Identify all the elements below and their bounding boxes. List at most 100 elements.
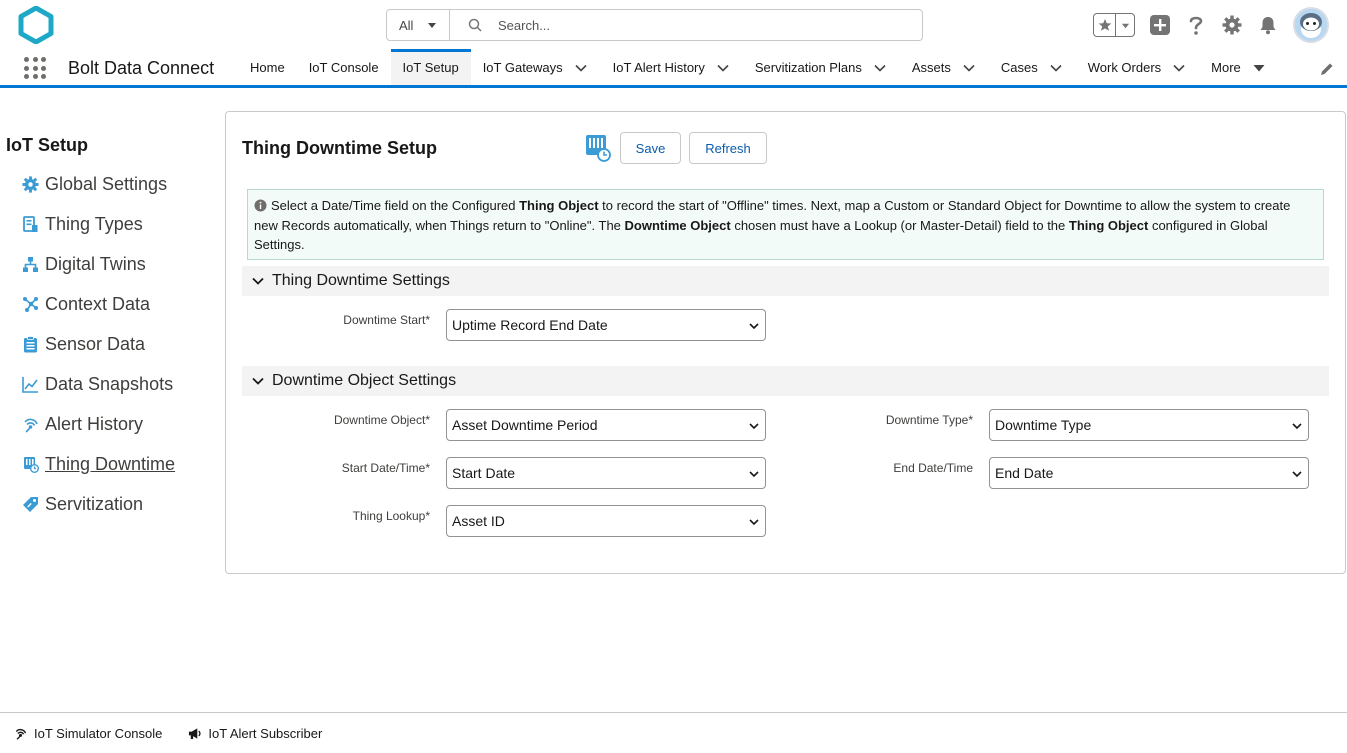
thing-lookup-select[interactable]: Asset ID <box>446 505 766 537</box>
favorites-button[interactable] <box>1093 13 1135 37</box>
chevron-down-icon[interactable] <box>1048 60 1064 76</box>
nav-tab-assets[interactable]: Assets <box>900 50 989 85</box>
avatar[interactable] <box>1293 7 1329 43</box>
info-message: Select a Date/Time field on the Configur… <box>247 189 1324 260</box>
nav-tab-iot-gateways[interactable]: IoT Gateways <box>471 50 601 85</box>
nav-tab-servitization-plans[interactable]: Servitization Plans <box>743 50 900 85</box>
downtime-object-select[interactable]: Asset Downtime Period <box>446 409 766 441</box>
save-button[interactable]: Save <box>620 132 681 164</box>
refresh-button[interactable]: Refresh <box>689 132 767 164</box>
sidebar-item-label: Alert History <box>45 413 144 434</box>
utility-item-label: IoT Alert Subscriber <box>208 725 323 741</box>
nav-tab-label: IoT Setup <box>402 60 459 75</box>
global-create-button[interactable] <box>1149 14 1171 36</box>
sidebar-item-sensor-data[interactable]: Sensor Data <box>22 324 175 364</box>
search-scope-select[interactable]: All <box>387 10 450 40</box>
app-launcher-icon[interactable] <box>24 57 46 79</box>
end-date-time-value: End Date <box>995 465 1054 481</box>
nav-tab-more[interactable]: More <box>1199 50 1279 85</box>
tag-icon <box>22 496 39 513</box>
sidebar-item-digital-twins[interactable]: Digital Twins <box>22 244 175 284</box>
sidebar-item-label: Sensor Data <box>45 333 146 354</box>
nav-tab-label: IoT Console <box>308 60 379 75</box>
chevron-down-icon <box>749 471 759 478</box>
end-date-time-select[interactable]: End Date <box>989 457 1309 489</box>
chevron-down-icon[interactable] <box>1171 60 1187 76</box>
downtime-object-label: Downtime Object* <box>333 413 430 427</box>
thing-downtime-setup-card: Thing Downtime Setup Save Refresh Select… <box>225 111 1346 574</box>
end-date-time-label: End Date/Time <box>893 461 973 475</box>
nav-tab-work-orders[interactable]: Work Orders <box>1076 50 1199 85</box>
chevron-down-icon[interactable] <box>872 60 888 76</box>
chevron-down-icon <box>749 323 759 330</box>
chevron-down-icon <box>749 519 759 526</box>
clipboard-icon <box>22 335 39 353</box>
nav-tab-cases[interactable]: Cases <box>989 50 1076 85</box>
nav-tab-label: Home <box>250 60 285 75</box>
info-text-bold: Thing Object <box>1068 217 1149 233</box>
chevron-down-icon[interactable] <box>961 60 977 76</box>
utility-item-label: IoT Simulator Console <box>34 725 163 741</box>
setup-button[interactable] <box>1221 14 1243 36</box>
nav-tab-home[interactable]: Home <box>238 50 297 85</box>
info-text-bold: Thing Object <box>519 198 599 213</box>
nav-tab-label: IoT Alert History <box>612 60 705 75</box>
chevron-down-icon <box>1121 23 1129 28</box>
nav-tab-label: IoT Gateways <box>482 60 563 75</box>
sidebar-item-global-settings[interactable]: Global Settings <box>22 164 175 204</box>
nav-tab-label: More <box>1211 60 1241 75</box>
sidebar-item-alert-history[interactable]: Alert History <box>22 404 175 444</box>
app-name: Bolt Data Connect <box>68 58 215 78</box>
sidebar-menu: Global Settings Thing Types Digital Twin… <box>22 164 175 524</box>
start-date-time-select[interactable]: Start Date <box>446 457 766 489</box>
notifications-button[interactable] <box>1257 14 1279 36</box>
search-input[interactable]: Search... <box>450 10 922 40</box>
user-avatar-icon <box>1295 9 1327 41</box>
sidebar-item-servitization[interactable]: Servitization <box>22 484 175 524</box>
sidebar-item-thing-downtime[interactable]: Thing Downtime <box>22 444 175 484</box>
chevron-down-icon[interactable] <box>715 60 731 76</box>
line-chart-icon <box>22 376 39 393</box>
nav-tab-iot-alert-history[interactable]: IoT Alert History <box>601 50 743 85</box>
downtime-type-select[interactable]: Downtime Type <box>989 409 1309 441</box>
global-search: All Search... <box>386 9 923 41</box>
chevron-down-icon <box>1292 471 1302 478</box>
sidebar-item-label: Servitization <box>45 493 144 514</box>
nav-tab-label: Assets <box>911 60 951 75</box>
nav-tab-iot-setup[interactable]: IoT Setup <box>390 49 471 85</box>
help-icon <box>1189 16 1203 35</box>
info-text-part: Select a Date/Time field on the Configur… <box>271 198 520 213</box>
utility-iot-simulator-console[interactable]: IoT Simulator Console <box>14 726 162 741</box>
sidebar-item-data-snapshots[interactable]: Data Snapshots <box>22 364 175 404</box>
sidebar-item-context-data[interactable]: Context Data <box>22 284 175 324</box>
downtime-icon <box>22 456 39 473</box>
search-placeholder: Search... <box>498 17 551 33</box>
utility-bar: IoT Simulator Console IoT Alert Subscrib… <box>0 712 1347 753</box>
section-thing-downtime-settings[interactable]: Thing Downtime Settings <box>242 266 1329 296</box>
app-logo-icon[interactable] <box>18 6 54 44</box>
nav-tab-iot-console[interactable]: IoT Console <box>297 50 391 85</box>
downtime-icon <box>586 135 611 162</box>
downtime-start-select[interactable]: Uptime Record End Date <box>446 309 766 341</box>
nav-tab-label: Cases <box>1000 60 1038 75</box>
section-title: Downtime Object Settings <box>272 372 457 389</box>
nav-tabs: Home IoT Console IoT Setup IoT Gateways … <box>238 49 1279 85</box>
help-button[interactable] <box>1185 14 1207 36</box>
downtime-object-value: Asset Downtime Period <box>452 417 598 433</box>
downtime-type-label: Downtime Type* <box>885 413 973 427</box>
global-header: All Search... <box>0 0 1347 50</box>
sidebar-item-label: Context Data <box>45 293 151 314</box>
edit-nav-icon[interactable] <box>1319 61 1335 77</box>
sidebar-item-thing-types[interactable]: Thing Types <box>22 204 175 244</box>
megaphone-icon <box>189 727 201 739</box>
info-text-part: chosen must have a Lookup (or Master-Det… <box>730 217 1069 233</box>
utility-iot-alert-subscriber[interactable]: IoT Alert Subscriber <box>188 726 322 741</box>
nav-tab-label: Work Orders <box>1087 60 1162 75</box>
chevron-down-icon[interactable] <box>573 60 589 76</box>
header-actions <box>1093 5 1329 45</box>
star-icon <box>1098 19 1111 31</box>
downtime-type-value: Downtime Type <box>995 417 1092 433</box>
section-downtime-object-settings[interactable]: Downtime Object Settings <box>242 366 1329 396</box>
sidebar-title: IoT Setup <box>6 135 88 155</box>
downtime-start-label: Downtime Start* <box>343 313 430 327</box>
